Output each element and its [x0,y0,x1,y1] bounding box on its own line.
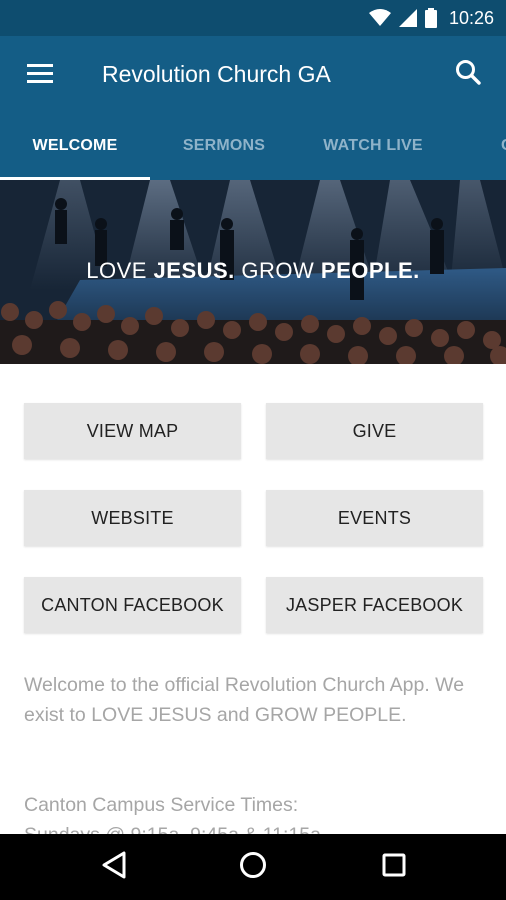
hero-banner: LOVE JESUS. GROW PEOPLE. [0,180,506,364]
recents-icon [382,853,406,882]
status-time: 10:26 [448,7,494,28]
tagline-love: LOVE [86,258,154,283]
back-button[interactable] [96,851,132,883]
banner-tagline: LOVE JESUS. GROW PEOPLE. [0,258,506,284]
signal-icon [398,9,417,27]
give-button[interactable]: GIVE [266,403,483,459]
tagline-jesus: JESUS. [153,258,235,283]
tab-overflow[interactable]: C [447,112,506,180]
canton-facebook-button[interactable]: CANTON FACEBOOK [24,577,241,633]
tab-watch-live[interactable]: WATCH LIVE [298,112,448,180]
home-icon [239,851,267,884]
app-title: Revolution Church GA [102,60,331,87]
website-button[interactable]: WEBSITE [24,490,241,546]
welcome-text: Welcome to the official Revolution Churc… [24,674,465,726]
wifi-icon [368,9,391,27]
menu-icon [27,64,53,84]
tab-bar: WELCOME SERMONS WATCH LIVE C [0,112,506,180]
menu-button[interactable] [0,36,80,112]
status-bar: 10:26 [0,0,506,36]
search-icon [455,59,481,90]
tab-welcome[interactable]: WELCOME [0,112,150,180]
events-button[interactable]: EVENTS [266,490,483,546]
view-map-button[interactable]: VIEW MAP [24,403,241,459]
back-icon [101,851,127,884]
home-button[interactable] [235,851,271,883]
battery-icon [424,8,437,28]
tagline-people: PEOPLE. [320,258,420,283]
tagline-grow: GROW [234,258,321,283]
search-button[interactable] [430,36,506,112]
jasper-facebook-button[interactable]: JASPER FACEBOOK [266,577,483,633]
recents-button[interactable] [376,851,412,883]
tab-sermons[interactable]: SERMONS [149,112,299,180]
canton-service-heading: Canton Campus Service Times: [24,794,299,816]
app-bar: Revolution Church GA [0,36,506,112]
system-nav-bar [0,834,506,900]
